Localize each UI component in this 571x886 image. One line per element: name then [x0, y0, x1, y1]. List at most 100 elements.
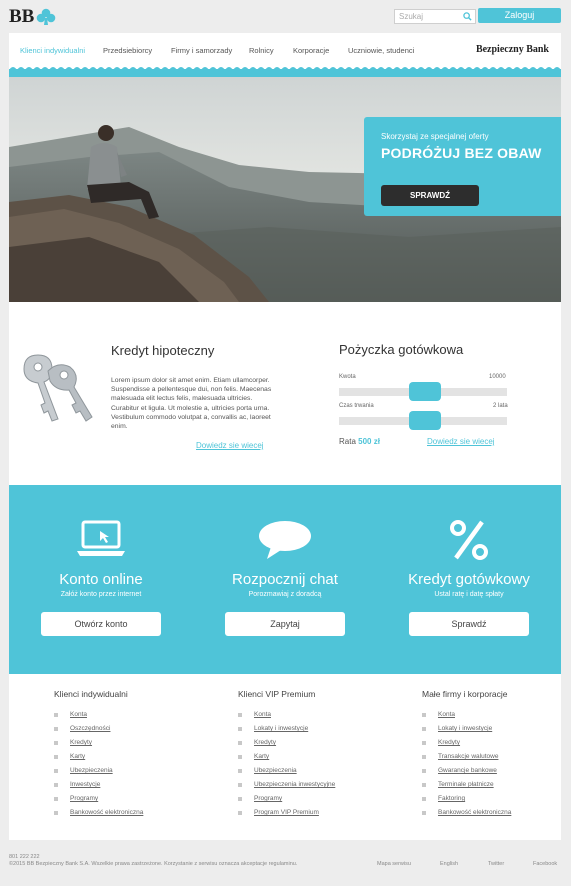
- feature-subtitle: Ustal ratę i datę spłaty: [434, 591, 504, 598]
- products-section: Kredyt hipoteczny Lorem ipsum dolor sit …: [9, 302, 561, 485]
- list-item[interactable]: Kredyty: [54, 739, 143, 753]
- list-item[interactable]: Lokaty i inwestycje: [238, 725, 335, 739]
- term-max-label: 2 lata: [493, 403, 508, 409]
- open-account-button[interactable]: Otwórz konto: [41, 612, 161, 636]
- loan-title: Pożyczka gotówkowa: [339, 342, 464, 357]
- term-label: Czas trwania: [339, 403, 374, 409]
- list-item[interactable]: Gwarancje bankowe: [422, 767, 511, 781]
- list-item[interactable]: Ubezpieczenia: [54, 767, 143, 781]
- laptop-icon: [77, 520, 125, 556]
- promo-subtitle: Skorzystaj ze specjalnej oferty: [381, 132, 489, 141]
- footer-link-sitemap[interactable]: Mapa serwisu: [377, 861, 411, 867]
- main-content: Klienci indywidualni Przedsiebiorcy Firm…: [9, 33, 561, 840]
- amount-slider-handle[interactable]: [409, 382, 441, 401]
- mortgage-title: Kredyt hipoteczny: [111, 343, 215, 358]
- promo-check-button[interactable]: SPRAWDŹ: [381, 185, 479, 206]
- login-button[interactable]: Zaloguj: [478, 8, 561, 23]
- amount-max-label: 10000: [489, 374, 506, 380]
- list-item[interactable]: Ubezpieczenia inwestycyjne: [238, 781, 335, 795]
- list-item[interactable]: Kredyty: [238, 739, 335, 753]
- rate-value: 500 zł: [358, 437, 380, 446]
- nav-bank-name[interactable]: Bezpieczny Bank: [476, 44, 549, 55]
- footer-link-twitter[interactable]: Twitter: [488, 861, 504, 867]
- list-item[interactable]: Konta: [54, 711, 143, 725]
- list-item[interactable]: Kredyty: [422, 739, 511, 753]
- link-columns: Klienci indywidualni Konta Oszczędności …: [9, 674, 561, 840]
- nav-item-rolnicy[interactable]: Rolnicy: [249, 46, 274, 55]
- list-item[interactable]: Bankowość elektroniczna: [422, 809, 511, 823]
- link-column-individual: Klienci indywidualni Konta Oszczędności …: [54, 689, 143, 823]
- promo-card: Skorzystaj ze specjalnej oferty PODRÓŻUJ…: [364, 117, 561, 216]
- installment-rate: Rata 500 zł: [339, 437, 380, 446]
- term-slider[interactable]: [339, 411, 507, 430]
- mortgage-learn-more-link[interactable]: Dowiedz sie wiecej: [196, 441, 264, 450]
- feature-title: Rozpocznij chat: [232, 571, 338, 588]
- percent-icon: [450, 520, 488, 560]
- column-title: Klienci indywidualni: [54, 689, 128, 699]
- nav-item-firmy-i-samorzady[interactable]: Firmy i samorzady: [171, 46, 232, 55]
- list-item[interactable]: Konta: [238, 711, 335, 725]
- link-column-vip: Klienci VIP Premium Konta Lokaty i inwes…: [238, 689, 335, 823]
- term-slider-handle[interactable]: [409, 411, 441, 430]
- list-item[interactable]: Oszczędności: [54, 725, 143, 739]
- link-column-business: Małe firmy i korporacje Konta Lokaty i i…: [422, 689, 511, 823]
- logo[interactable]: BB: [9, 6, 56, 28]
- nav-item-korporacje[interactable]: Korporacje: [293, 46, 329, 55]
- list-item[interactable]: Faktoring: [422, 795, 511, 809]
- hero-banner: Skorzystaj ze specjalnej oferty PODRÓŻUJ…: [9, 77, 561, 302]
- feature-subtitle: Załóż konto przez internet: [60, 591, 142, 598]
- footer-link-english[interactable]: English: [440, 861, 458, 867]
- list-item[interactable]: Konta: [422, 711, 511, 725]
- feature-online-account: Konto online Załóż konto przez internet …: [9, 485, 193, 674]
- chat-bubble-icon: [259, 521, 311, 559]
- feature-chat: Rozpocznij chat Porozmawiaj z doradcą Za…: [193, 485, 377, 674]
- feature-subtitle: Porozmawiaj z doradcą: [248, 591, 322, 598]
- clover-icon: [37, 8, 56, 25]
- link-list: Konta Lokaty i inwestycje Kredyty Karty …: [238, 711, 335, 823]
- list-item[interactable]: Program VIP Premium: [238, 809, 335, 823]
- promo-title: PODRÓŻUJ BEZ OBAW: [381, 145, 542, 161]
- column-title: Klienci VIP Premium: [238, 689, 316, 699]
- list-item[interactable]: Terminale płatnicze: [422, 781, 511, 795]
- amount-slider[interactable]: [339, 382, 507, 401]
- list-item[interactable]: Transakcje walutowe: [422, 753, 511, 767]
- link-list: Konta Lokaty i inwestycje Kredyty Transa…: [422, 711, 511, 823]
- keys-icon: [23, 354, 93, 422]
- list-item[interactable]: Lokaty i inwestycje: [422, 725, 511, 739]
- feature-title: Konto online: [59, 571, 143, 588]
- features-section: Konto online Załóż konto przez internet …: [9, 485, 561, 674]
- loan-learn-more-link[interactable]: Dowiedz sie wiecej: [427, 437, 495, 446]
- list-item[interactable]: Programy: [54, 795, 143, 809]
- amount-label: Kwota: [339, 374, 356, 380]
- list-item[interactable]: Ubezpieczenia: [238, 767, 335, 781]
- link-list: Konta Oszczędności Kredyty Karty Ubezpie…: [54, 711, 143, 823]
- decorative-wave-border: [9, 67, 561, 77]
- nav-item-uczniowie-studenci[interactable]: Uczniowie, studenci: [348, 46, 414, 55]
- feature-icon-wrap: [193, 519, 377, 563]
- list-item[interactable]: Karty: [238, 753, 335, 767]
- main-nav: Klienci indywidualni Przedsiebiorcy Firm…: [9, 33, 561, 65]
- feature-title: Kredyt gotówkowy: [408, 571, 530, 588]
- search-icon[interactable]: [463, 12, 472, 21]
- feature-icon-wrap: [9, 519, 193, 563]
- footer-copyright: ©2015 BB Bezpieczny Bank S.A. Wszelkie p…: [9, 861, 298, 867]
- search-placeholder: Szukaj: [399, 12, 424, 21]
- logo-text: BB: [9, 6, 35, 27]
- nav-item-klienci-indywidualni[interactable]: Klienci indywidualni: [20, 46, 85, 55]
- footer-link-facebook[interactable]: Facebook: [533, 861, 557, 867]
- search-input[interactable]: Szukaj: [394, 9, 476, 24]
- rate-label: Rata: [339, 437, 356, 446]
- list-item[interactable]: Karty: [54, 753, 143, 767]
- check-loan-button[interactable]: Sprawdź: [409, 612, 529, 636]
- footer-phone: 801 222 222: [9, 854, 40, 860]
- feature-cash-loan: Kredyt gotówkowy Ustal ratę i datę spłat…: [377, 485, 561, 674]
- list-item[interactable]: Programy: [238, 795, 335, 809]
- mortgage-description: Lorem ipsum dolor sit amet enim. Etiam u…: [111, 377, 272, 431]
- nav-item-przedsiebiorcy[interactable]: Przedsiebiorcy: [103, 46, 152, 55]
- top-bar: BB Szukaj Zaloguj: [0, 0, 571, 32]
- list-item[interactable]: Bankowość elektroniczna: [54, 809, 143, 823]
- feature-icon-wrap: [377, 519, 561, 563]
- column-title: Małe firmy i korporacje: [422, 689, 508, 699]
- list-item[interactable]: Inwestycje: [54, 781, 143, 795]
- ask-button[interactable]: Zapytaj: [225, 612, 345, 636]
